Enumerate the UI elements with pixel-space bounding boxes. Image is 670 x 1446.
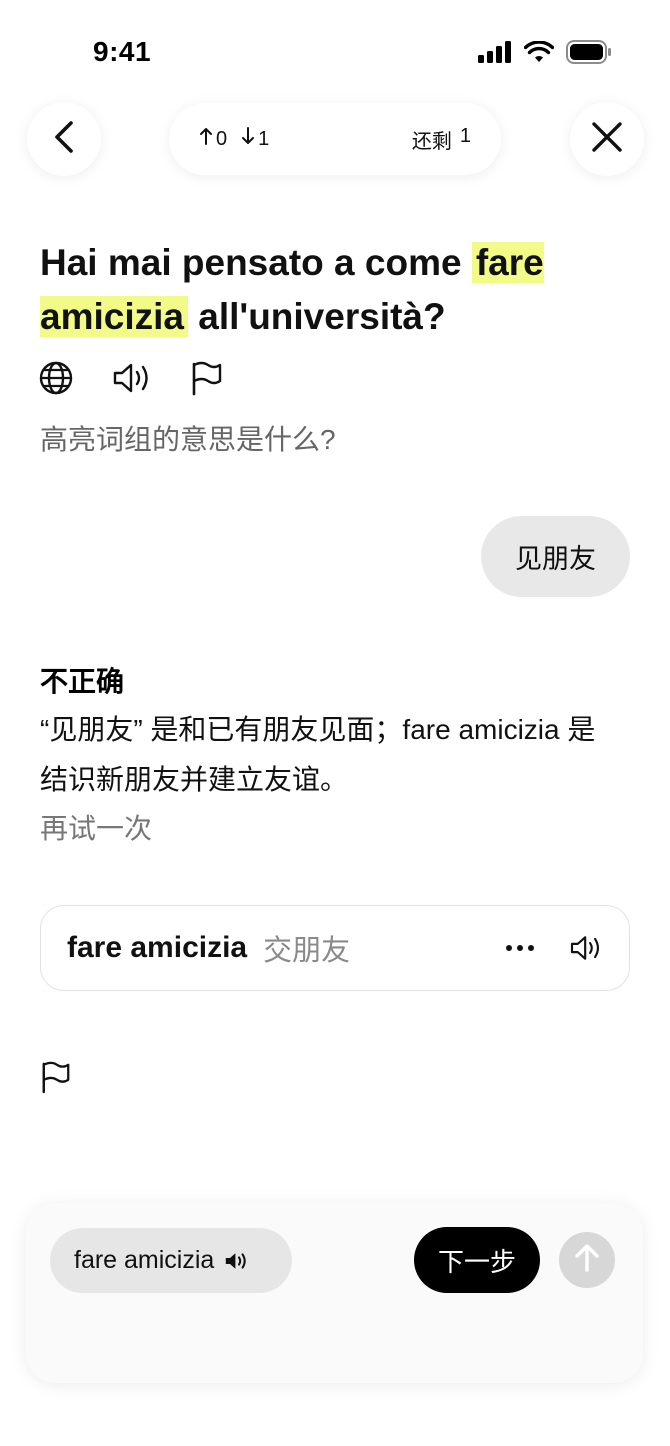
question-sentence: Hai mai pensato a come fare amicizia all… [40, 236, 630, 344]
feedback-title: 不正确 [40, 666, 125, 697]
arrow-down-icon [241, 126, 255, 152]
phrase-chip-label: fare amicizia [74, 1246, 215, 1274]
bottom-input-panel: fare amicizia 下一步 [26, 1203, 643, 1383]
phrase-card[interactable]: fare amicizia 交朋友 [40, 905, 630, 991]
phrase-translation: 交朋友 [263, 935, 351, 967]
retry-link[interactable]: 再试一次 [40, 807, 152, 847]
close-icon [591, 121, 623, 158]
question-tools [38, 360, 224, 396]
remaining-label: 还剩 [411, 130, 452, 153]
speaker-icon [224, 1250, 248, 1272]
globe-icon[interactable] [38, 360, 74, 396]
score-down-value: 1 [258, 127, 270, 150]
score-up-value: 0 [216, 127, 228, 150]
score-incorrect: 1 [241, 126, 269, 152]
send-button[interactable] [559, 1232, 615, 1288]
wifi-icon [523, 40, 555, 68]
status-icons [478, 40, 612, 69]
phrase-term: fare amicizia [67, 931, 248, 964]
flag-icon[interactable] [190, 360, 224, 396]
question-prompt: 高亮词组的意思是什么? [40, 424, 336, 455]
back-button[interactable] [27, 102, 101, 176]
question-text-after: all'università? [187, 296, 446, 337]
close-button[interactable] [570, 102, 644, 176]
status-bar: 9:41 [0, 0, 670, 100]
arrow-up-icon [199, 126, 213, 152]
score-counter: 0 1 [199, 126, 279, 152]
score-correct: 0 [199, 126, 227, 152]
signal-icon [478, 41, 512, 68]
chevron-left-icon [52, 120, 76, 159]
feedback-explanation: “见朋友” 是和已有朋友见面；fare amicizia 是结识新朋友并建立友谊… [40, 714, 596, 795]
flag-icon [40, 1060, 72, 1099]
progress-pill: 0 1 还剩 1 [169, 103, 501, 175]
phrase-chip[interactable]: fare amicizia [50, 1228, 292, 1293]
remaining-counter: 还剩 1 [412, 125, 471, 154]
user-answer-bubble: 见朋友 [481, 516, 630, 597]
arrow-up-icon [574, 1243, 600, 1278]
ellipsis-icon[interactable] [505, 944, 535, 952]
next-button[interactable]: 下一步 [414, 1227, 540, 1293]
remaining-count: 1 [459, 124, 471, 147]
speaker-icon[interactable] [112, 361, 152, 395]
report-flag-button[interactable] [40, 1060, 72, 1099]
question-text-before: Hai mai pensato a come [40, 242, 472, 283]
speaker-icon[interactable] [569, 934, 603, 962]
status-time: 9:41 [93, 36, 152, 67]
battery-icon [566, 40, 612, 69]
